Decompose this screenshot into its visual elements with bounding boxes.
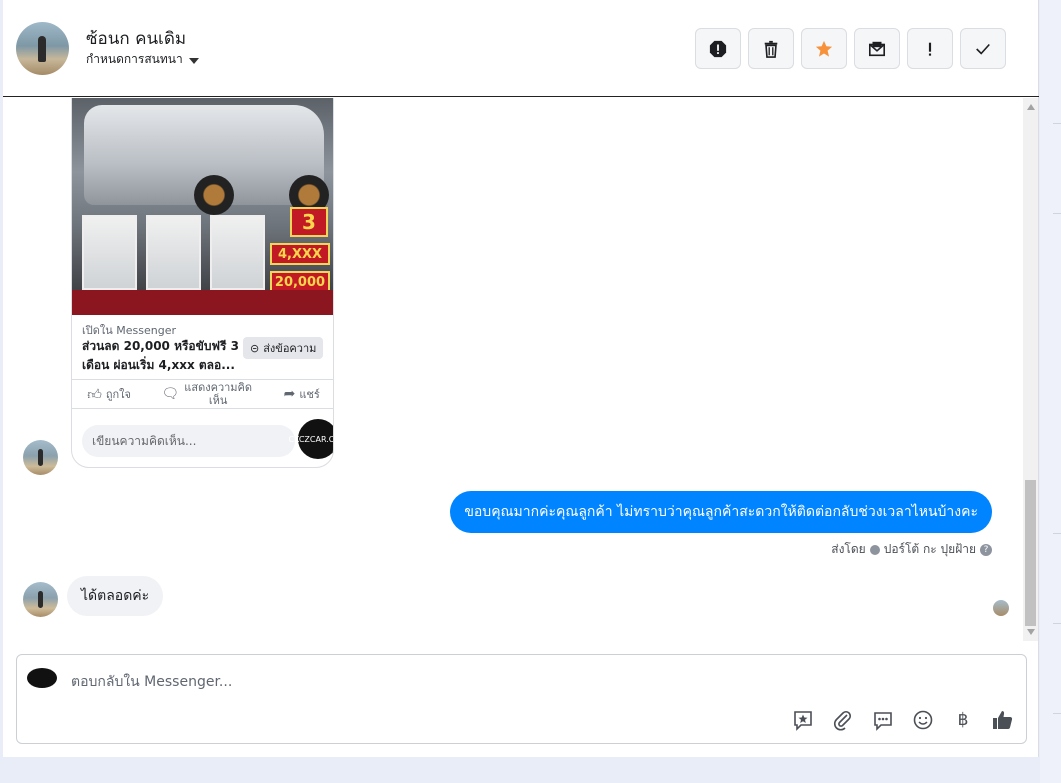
composer-tools: ฿ [790, 707, 1016, 733]
saved-reply-icon[interactable] [870, 707, 896, 733]
post-image-thumb [210, 215, 265, 290]
price-tag: 4,XXX [270, 243, 330, 265]
truck-picture [84, 105, 329, 215]
delete-button[interactable] [748, 28, 794, 69]
action-toolbar [695, 28, 1006, 69]
baht-icon[interactable]: ฿ [950, 707, 976, 733]
important-button[interactable] [907, 28, 953, 69]
comment-icon: 🗨︎ [161, 386, 180, 402]
mark-unread-button[interactable] [854, 28, 900, 69]
post-actions: 👍︎ ถูกใจ 🗨︎ แสดงความคิดเห็น ➦ แชร์ [72, 379, 333, 409]
spam-button[interactable] [695, 28, 741, 69]
page-logo-icon [27, 668, 57, 688]
comment-button[interactable]: 🗨︎ แสดงความคิดเห็น [161, 381, 253, 407]
outgoing-message[interactable]: ขอบคุณมากค่ะคุณลูกค้า ไม่ทราบว่าคุณลูกค้… [450, 491, 992, 533]
sent-by-info: ส่งโดย ปอร์โต้ กะ ปุยฝ้าย ? [831, 540, 992, 559]
exclamation-icon [928, 42, 932, 56]
page-logo: CKCZCAR.COM [288, 417, 333, 461]
conversation-status-dropdown[interactable]: กำหนดการสนทนา [86, 50, 199, 69]
like-button[interactable]: 👍︎ ถูกใจ [87, 385, 131, 403]
comment-label: แสดงความคิดเห็น [184, 381, 253, 407]
post-image[interactable]: 3 4,XXX 20,000 [72, 98, 333, 315]
status-label: กำหนดการสนทนา [86, 52, 183, 66]
shared-post-card[interactable]: 3 4,XXX 20,000 เปิดใน Messenger ส่วนลด 2… [71, 98, 334, 468]
share-button[interactable]: ➦ แชร์ [284, 385, 320, 403]
scroll-thumb[interactable] [1025, 480, 1036, 626]
contact-avatar-small[interactable] [23, 440, 58, 475]
conversation-panel: ซ้อนก คนเดิม กำหนดการสนทนา 3 4,XXX 20,00… [3, 0, 1039, 757]
post-image-thumb [146, 215, 201, 290]
send-message-label: ส่งข้อความ [263, 342, 317, 355]
envelope-icon [868, 41, 886, 56]
thumbs-up-icon: 👍︎ [87, 386, 102, 403]
message-thread[interactable]: 3 4,XXX 20,000 เปิดใน Messenger ส่วนลด 2… [3, 98, 1039, 641]
like-label: ถูกใจ [105, 388, 131, 401]
emoji-icon[interactable] [910, 707, 936, 733]
thumbs-up-icon[interactable] [990, 707, 1016, 733]
trash-icon [764, 40, 778, 58]
incoming-message[interactable]: ได้ตลอดค่ะ [67, 576, 164, 616]
reply-input[interactable]: ตอบกลับใน Messenger... [71, 671, 232, 693]
post-image-thumb [82, 215, 137, 290]
scroll-down-arrow-icon[interactable] [1027, 629, 1035, 635]
price-badge: 3 [290, 207, 328, 237]
image-footer-band [72, 290, 333, 315]
sent-by-prefix: ส่งโดย [831, 542, 866, 556]
help-icon[interactable]: ? [980, 543, 992, 556]
check-icon [976, 43, 990, 55]
star-icon [815, 40, 833, 57]
contact-avatar[interactable] [16, 22, 69, 75]
reply-composer: ตอบกลับใน Messenger... ฿ [16, 654, 1027, 744]
share-icon: ➦ [283, 386, 296, 402]
seen-indicator-avatar [993, 600, 1009, 616]
stop-alert-icon [709, 40, 727, 57]
share-label: แชร์ [299, 388, 320, 401]
contact-name[interactable]: ซ้อนก คนเดิม [86, 25, 186, 52]
right-edge-strip [1040, 0, 1061, 783]
chevron-down-icon [188, 57, 199, 64]
contact-avatar-small[interactable] [23, 582, 58, 617]
send-message-button[interactable]: ⊝ ส่งข้อความ [243, 337, 324, 359]
scroll-up-arrow-icon[interactable] [1027, 104, 1035, 110]
agent-avatar-icon [869, 544, 880, 555]
sticker-star-icon[interactable] [790, 707, 816, 733]
conversation-header: ซ้อนก คนเดิม กำหนดการสนทนา [3, 0, 1039, 97]
sent-by-name[interactable]: ปอร์โต้ กะ ปุยฝ้าย [884, 540, 976, 559]
messenger-icon: ⊝ [250, 341, 260, 355]
done-button[interactable] [960, 28, 1006, 69]
paperclip-icon[interactable] [830, 707, 856, 733]
comment-input[interactable]: เขียนความคิดเห็น... [82, 425, 295, 457]
post-title[interactable]: ส่วนลด 20,000 หรือขับฟรี 3 เดือน ผ่อนเริ… [82, 337, 242, 375]
thread-scrollbar[interactable] [1023, 98, 1038, 641]
star-button[interactable] [801, 28, 847, 69]
